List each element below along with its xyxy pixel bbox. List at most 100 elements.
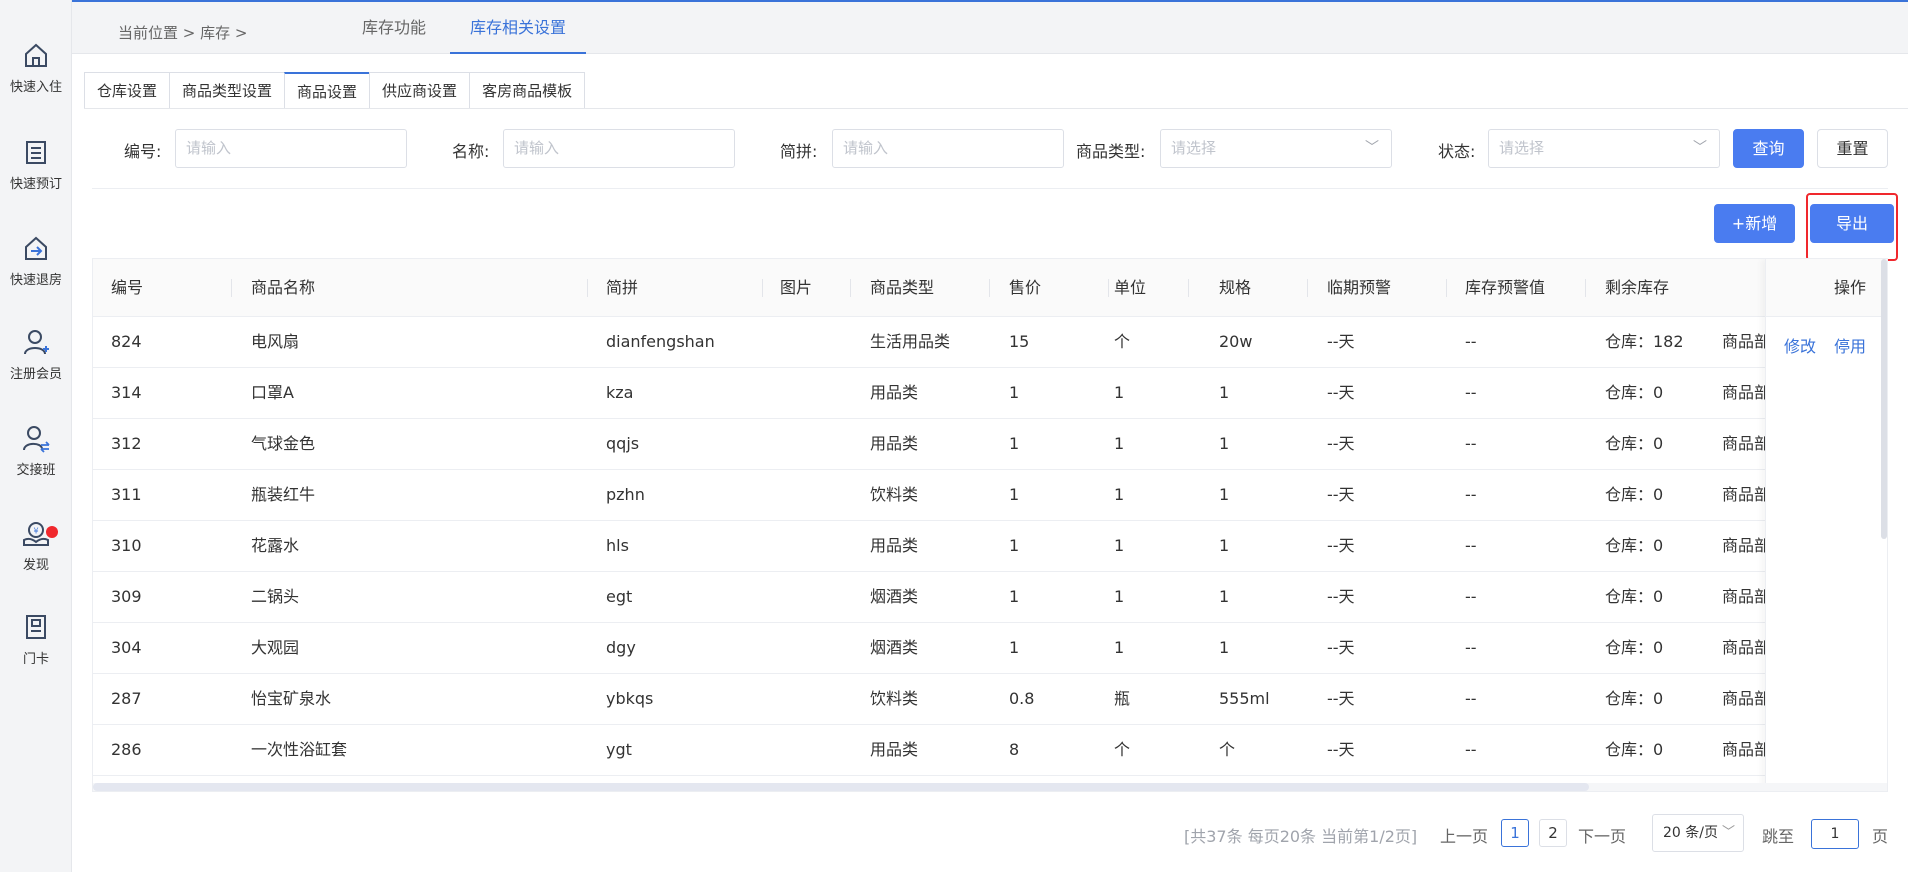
cell-pinyin: hls bbox=[606, 536, 629, 555]
cell-type: 烟酒类 bbox=[870, 587, 919, 606]
disable-link[interactable]: 停用 bbox=[1834, 333, 1866, 357]
cell-id: 310 bbox=[111, 536, 142, 555]
cell-extra-stock: 商品部 bbox=[1722, 536, 1766, 555]
cell-price: 1 bbox=[1009, 638, 1020, 657]
sidebar-item-label: 发现 bbox=[22, 558, 49, 573]
sidebar-item-label: 注册会员 bbox=[9, 367, 62, 382]
cell-price: 1 bbox=[1009, 485, 1020, 504]
table-row: 312 气球金色 qqjs 用品类 1 1 1 --天 -- 仓库：0 商品部 bbox=[93, 419, 1887, 470]
cell-extra-stock: 商品部 bbox=[1722, 638, 1766, 657]
chevron-down-icon: ﹀ bbox=[1693, 140, 1707, 156]
column-separator bbox=[1108, 279, 1109, 297]
cell-remaining-stock: 仓库：0 bbox=[1605, 587, 1664, 606]
cell-spec: 1 bbox=[1219, 434, 1230, 453]
table-row: 304 大观园 dgy 烟酒类 1 1 1 --天 -- 仓库：0 商品部 bbox=[93, 623, 1887, 674]
subtab-product-type-settings[interactable]: 商品类型设置 bbox=[169, 72, 285, 109]
cell-unit: 1 bbox=[1114, 485, 1125, 504]
sidebar-item-quick-checkin[interactable]: 快速入住 bbox=[0, 40, 72, 120]
table-row: 824 电风扇 dianfengshan 生活用品类 15 个 20w --天 -- 仓库：182… bbox=[93, 317, 1887, 368]
name-input[interactable]: 请输入 bbox=[503, 129, 735, 168]
sidebar-item-label: 门卡 bbox=[22, 652, 49, 667]
sidebar-item-register-member[interactable]: 注册会员 bbox=[0, 327, 72, 407]
filter-divider bbox=[92, 188, 1888, 189]
subtab-supplier-settings[interactable]: 供应商设置 bbox=[369, 72, 470, 109]
cell-id: 309 bbox=[111, 587, 142, 606]
cell-remaining-stock: 仓库：0 bbox=[1605, 485, 1664, 504]
status-select[interactable]: 请选择 ﹀ bbox=[1488, 129, 1720, 168]
subtab-warehouse-settings[interactable]: 仓库设置 bbox=[84, 72, 170, 109]
next-page-link[interactable]: 下一页 bbox=[1578, 823, 1626, 847]
cell-unit: 1 bbox=[1114, 587, 1125, 606]
cell-expiry-warning: --天 bbox=[1327, 740, 1355, 759]
cell-id: 312 bbox=[111, 434, 142, 453]
cell-unit: 1 bbox=[1114, 434, 1125, 453]
cell-pinyin: ybkqs bbox=[606, 689, 654, 708]
subtab-room-product-template[interactable]: 客房商品模板 bbox=[469, 72, 586, 109]
cell-remaining-stock: 仓库：0 bbox=[1605, 434, 1664, 453]
breadcrumb: 当前位置 > 库存 > bbox=[118, 24, 248, 42]
cell-unit: 1 bbox=[1114, 383, 1125, 402]
table-row: 311 瓶装红牛 pzhn 饮料类 1 1 1 --天 -- 仓库：0 商品部 bbox=[93, 470, 1887, 521]
column-header-pinyin: 简拼 bbox=[606, 278, 639, 297]
column-separator bbox=[231, 279, 232, 297]
query-button[interactable]: 查询 bbox=[1733, 129, 1804, 168]
prev-page-link[interactable]: 上一页 bbox=[1440, 823, 1488, 847]
add-button[interactable]: +新增 bbox=[1714, 204, 1795, 243]
jump-page-input[interactable]: 1 bbox=[1811, 819, 1859, 849]
pagination-info: [共37条 每页20条 当前第1/2页] bbox=[1184, 827, 1418, 846]
status-label: 状态: bbox=[1438, 142, 1476, 161]
cell-expiry-warning: --天 bbox=[1327, 332, 1355, 351]
cell-name: 电风扇 bbox=[251, 332, 300, 351]
subtab-product-settings[interactable]: 商品设置 bbox=[284, 72, 370, 109]
column-header-id: 编号 bbox=[111, 278, 144, 297]
cell-name: 大观园 bbox=[251, 638, 300, 657]
cell-expiry-warning: --天 bbox=[1327, 485, 1355, 504]
horizontal-scroll-track bbox=[93, 783, 1887, 791]
product-table: 编号 商品名称 简拼 图片 商品类型 售价 单位 规格 临期预警 库存预警值 剩… bbox=[92, 258, 1888, 792]
sidebar-item-quick-checkout[interactable]: 快速退房 bbox=[0, 233, 72, 313]
column-header-type: 商品类型 bbox=[870, 278, 935, 297]
tab-inventory-functions[interactable]: 库存功能 bbox=[342, 2, 446, 54]
page-2-button[interactable]: 2 bbox=[1539, 819, 1567, 847]
column-header-operations: 操作 bbox=[1834, 278, 1867, 297]
cell-id: 314 bbox=[111, 383, 142, 402]
cell-stock-warning: -- bbox=[1465, 536, 1477, 555]
cell-stock-warning: -- bbox=[1465, 638, 1477, 657]
cell-id: 824 bbox=[111, 332, 142, 351]
tab-inventory-settings[interactable]: 库存相关设置 bbox=[450, 2, 587, 54]
cell-name: 一次性浴缸套 bbox=[251, 740, 348, 759]
sidebar-item-door-card[interactable]: 门卡 bbox=[0, 612, 72, 692]
code-input[interactable]: 请输入 bbox=[175, 129, 407, 168]
cell-remaining-stock: 仓库：0 bbox=[1605, 536, 1664, 555]
cell-type: 饮料类 bbox=[870, 485, 919, 504]
cell-spec: 20w bbox=[1219, 332, 1253, 351]
cell-type: 饮料类 bbox=[870, 689, 919, 708]
horizontal-scrollbar[interactable] bbox=[93, 783, 1589, 791]
sidebar-item-discover[interactable]: ¥ 发现 bbox=[0, 518, 72, 598]
product-type-select[interactable]: 请选择 ﹀ bbox=[1160, 129, 1392, 168]
cell-remaining-stock: 仓库：182 bbox=[1605, 332, 1684, 351]
cell-id: 311 bbox=[111, 485, 142, 504]
column-separator bbox=[1446, 279, 1447, 297]
page-size-select[interactable]: 20 条/页 ﹀ bbox=[1652, 814, 1744, 852]
table-row: 286 一次性浴缸套 ygt 用品类 8 个 个 --天 -- 仓库：0 商品部 bbox=[93, 725, 1887, 776]
page-1-button[interactable]: 1 bbox=[1501, 819, 1529, 847]
cell-extra-stock: 商品部 bbox=[1722, 740, 1766, 759]
edit-link[interactable]: 修改 bbox=[1784, 333, 1816, 357]
sidebar-item-shift-handover[interactable]: 交接班 bbox=[0, 423, 72, 503]
cell-price: 15 bbox=[1009, 332, 1030, 351]
sidebar-item-quick-booking[interactable]: 快速预订 bbox=[0, 137, 72, 217]
column-header-stock-warning: 库存预警值 bbox=[1465, 278, 1546, 297]
sidebar-item-label: 快速入住 bbox=[9, 80, 62, 95]
cell-pinyin: kza bbox=[606, 383, 634, 402]
card-icon bbox=[26, 615, 46, 639]
vertical-scrollbar[interactable] bbox=[1881, 259, 1887, 539]
cell-remaining-stock: 仓库：0 bbox=[1605, 689, 1664, 708]
cell-remaining-stock: 仓库：0 bbox=[1605, 740, 1664, 759]
reset-button[interactable]: 重置 bbox=[1817, 129, 1888, 168]
pinyin-input[interactable]: 请输入 bbox=[832, 129, 1064, 168]
cell-spec: 555ml bbox=[1219, 689, 1270, 708]
cell-name: 怡宝矿泉水 bbox=[251, 689, 332, 708]
operations-header: 操作 bbox=[1766, 259, 1887, 317]
column-header-price: 售价 bbox=[1009, 278, 1042, 297]
